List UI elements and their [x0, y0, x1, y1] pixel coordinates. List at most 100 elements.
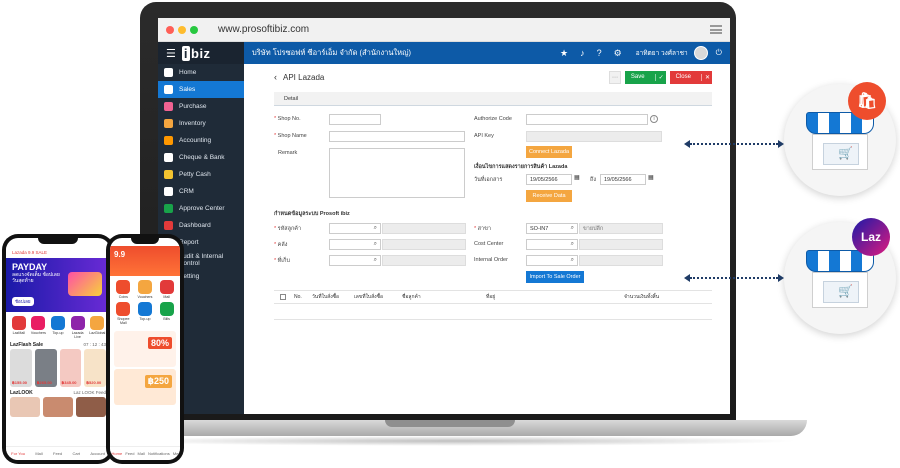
avatar[interactable]: [693, 46, 708, 60]
customer-code-input[interactable]: ⌕: [329, 223, 381, 234]
lazada-category-item[interactable]: LazMall: [10, 316, 28, 339]
look-thumb[interactable]: [76, 397, 106, 417]
api-key-input[interactable]: [526, 131, 662, 142]
remark-textarea[interactable]: [329, 148, 465, 198]
lazada-category-item[interactable]: Top-up: [49, 316, 67, 339]
date-from-input[interactable]: 19/05/2566: [526, 174, 572, 185]
store-body: 🛒: [812, 134, 868, 170]
shopee-bottom-nav: Home Feed Mall Notifications Me: [110, 446, 180, 460]
sidebar-item-label: Accounting: [179, 137, 212, 144]
connect-lazada-button[interactable]: Connect Lazada: [526, 146, 572, 158]
company-name[interactable]: บริษัท โปรซอฟท์ ซีอาร์เอ็ม จำกัด (สำนักง…: [252, 47, 548, 59]
lazlook-title: LazLOOK: [10, 390, 33, 396]
flash-sale-title: LazFlash Sale: [10, 342, 44, 348]
nav-item[interactable]: Account: [90, 451, 104, 456]
branch-input[interactable]: SO-IN7 ⌕: [526, 223, 578, 234]
back-chevron-icon[interactable]: ‹: [274, 72, 277, 82]
shop-name-input[interactable]: [329, 131, 465, 142]
sidebar-item-sales[interactable]: Sales: [158, 81, 244, 98]
sidebar-item-home[interactable]: Home: [158, 64, 244, 81]
nav-item[interactable]: For You: [11, 451, 25, 456]
hamburger-icon[interactable]: ☰: [166, 47, 176, 60]
minimize-window-dot[interactable]: [178, 25, 186, 34]
sidebar-item-accounting[interactable]: Accounting: [158, 132, 244, 149]
lazada-category-item[interactable]: Lazada Live: [69, 316, 87, 339]
close-button[interactable]: Close ✕: [669, 70, 712, 84]
category-icon: [116, 280, 131, 294]
flash-sale-price: ฿155.00: [12, 380, 28, 385]
gear-icon[interactable]: ⚙: [614, 48, 622, 59]
receive-data-button[interactable]: Receive Data: [526, 190, 572, 202]
sidebar-item-label: Petty Cash: [179, 171, 211, 178]
tab-detail[interactable]: Detail: [274, 92, 712, 106]
sidebar-item-approve-center[interactable]: Approve Center: [158, 200, 244, 217]
nav-item[interactable]: Feed: [53, 451, 62, 456]
shopee-category-item[interactable]: Shopee Mall: [114, 302, 133, 325]
sidebar-item-crm[interactable]: CRM: [158, 183, 244, 200]
dashboard-icon: [164, 221, 173, 230]
look-thumb[interactable]: [43, 397, 73, 417]
help-icon[interactable]: ?: [597, 48, 602, 58]
lazada-category-item[interactable]: LazGlobal: [88, 316, 106, 339]
sidebar-item-dashboard[interactable]: Dashboard: [158, 217, 244, 234]
shopee-category-item[interactable]: Top-up: [136, 302, 155, 325]
close-window-dot[interactable]: [166, 25, 174, 34]
browser-bar: www.prosoftibiz.com: [158, 18, 730, 42]
flash-sale-item[interactable]: ฿345.00: [59, 349, 82, 387]
warehouse-input[interactable]: ⌕: [329, 239, 381, 250]
sidebar-item-cheque-bank[interactable]: Cheque & Bank: [158, 149, 244, 166]
shopee-top-banner[interactable]: 9.9: [110, 246, 180, 276]
save-button[interactable]: Save ✓: [624, 70, 666, 84]
cart-icon: 🛒: [838, 146, 853, 160]
shopee-category-item[interactable]: Bills: [157, 302, 176, 325]
import-sale-order-button[interactable]: Import To Sale Order: [526, 271, 584, 283]
power-icon[interactable]: ⏻: [716, 48, 722, 58]
nav-item[interactable]: Mall: [138, 451, 145, 456]
select-all-checkbox[interactable]: [280, 294, 286, 300]
nav-item[interactable]: Notifications: [148, 451, 170, 456]
date-to-input[interactable]: 19/05/2566: [600, 174, 646, 185]
internal-order-input[interactable]: ⌕: [526, 255, 578, 266]
address-bar[interactable]: www.prosoftibiz.com: [218, 24, 309, 35]
user-name[interactable]: อาทิตยา วงศ์ลาชา: [636, 48, 688, 58]
lazada-category-item[interactable]: Vouchers: [30, 316, 48, 339]
nav-item[interactable]: Home: [112, 451, 123, 456]
shopee-category-item[interactable]: Coins: [114, 280, 133, 299]
authorize-code-input[interactable]: [526, 114, 648, 125]
look-thumb[interactable]: [10, 397, 40, 417]
payday-banner[interactable]: PAYDAY ลดแรงจัดเต็ม ช้อปเลย วันสุดท้าย ช…: [6, 258, 110, 312]
nav-item[interactable]: Me: [173, 451, 179, 456]
nav-item[interactable]: Cart: [72, 451, 80, 456]
more-button[interactable]: ⋯: [608, 70, 621, 84]
shop-no-input[interactable]: [329, 114, 381, 125]
banner-cta[interactable]: ช้อปเลย: [12, 297, 34, 306]
calendar-icon[interactable]: ▦: [648, 174, 654, 181]
bell-icon[interactable]: ♪: [580, 48, 585, 58]
location-input[interactable]: ⌕: [329, 255, 381, 266]
category-label: Top-up: [139, 317, 151, 321]
shopee-promo-2[interactable]: ฿250: [114, 369, 176, 405]
info-icon[interactable]: i: [650, 115, 658, 123]
sidebar-item-inventory[interactable]: Inventory: [158, 115, 244, 132]
warehouse-label: * คลัง: [274, 242, 288, 248]
star-icon[interactable]: ★: [560, 48, 568, 59]
category-icon: [159, 302, 174, 316]
nav-item[interactable]: Mall: [35, 451, 42, 456]
shopee-category-item[interactable]: Mall: [157, 280, 176, 299]
col-customer: ชื่อลูกค้า: [402, 294, 421, 300]
shopee-promo[interactable]: 80%: [114, 331, 176, 367]
maximize-window-dot[interactable]: [190, 25, 198, 34]
flash-sale-item[interactable]: ฿520.00: [84, 349, 106, 387]
flash-sale-item[interactable]: ฿155.00: [10, 349, 32, 387]
brand-bar: ☰ i biz: [158, 42, 244, 64]
shopee-category-item[interactable]: Vouchers: [136, 280, 155, 299]
flash-sale-item[interactable]: ฿265.00: [34, 349, 57, 387]
category-label: Vouchers: [30, 331, 46, 335]
calendar-icon[interactable]: ▦: [574, 174, 580, 181]
cost-center-input[interactable]: ⌕: [526, 239, 578, 250]
sidebar-item-petty-cash[interactable]: Petty Cash: [158, 166, 244, 183]
browser-menu-icon[interactable]: [710, 25, 722, 34]
lazlook-more[interactable]: Laz LOOK Feed: [73, 390, 106, 396]
sidebar-item-purchase[interactable]: Purchase: [158, 98, 244, 115]
nav-item[interactable]: Feed: [125, 451, 134, 456]
